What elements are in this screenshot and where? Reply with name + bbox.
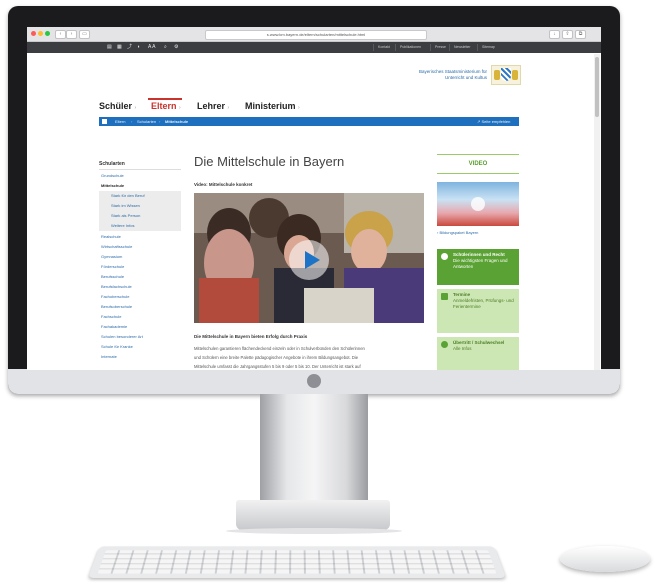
sidebar-item[interactable]: Internate	[99, 352, 181, 362]
sidebar-toggle-icon[interactable]: ▭	[79, 30, 90, 39]
monitor-stand-base	[236, 500, 390, 530]
monitor-stand-neck	[260, 394, 368, 506]
video-heading: VIDEO	[437, 154, 519, 174]
sidebar-subitem[interactable]: Weitere Infos	[99, 221, 181, 231]
calendar-icon	[441, 293, 448, 300]
home-icon[interactable]	[102, 119, 107, 124]
nav-item-eltern[interactable]: Eltern ›	[151, 101, 181, 111]
ministry-name[interactable]: Bayerisches Staatsministerium für Unterr…	[399, 69, 487, 80]
maximize-window-button[interactable]	[45, 31, 50, 36]
sidebar-item[interactable]: Wirtschaftsschule	[99, 242, 181, 252]
info-icon	[441, 253, 448, 260]
paragraph-text: Mittelschulen garantieren flächendeckend…	[194, 346, 365, 369]
print-icon[interactable]: ▤	[107, 44, 112, 51]
settings-icon[interactable]: ⚙	[174, 44, 178, 51]
nav-item-ministerium[interactable]: Ministerium ›	[245, 101, 300, 111]
scrollbar-thumb[interactable]	[595, 57, 599, 117]
sidebar-item[interactable]: Berufsfachschule	[99, 282, 181, 292]
sidebar-item[interactable]: Förderschule	[99, 262, 181, 272]
keyboard	[88, 546, 506, 578]
top-link-sitemap[interactable]: Sitemap	[477, 44, 499, 51]
sidebar-item[interactable]: Fachschule	[99, 312, 181, 322]
audio-icon[interactable]: ◖	[137, 44, 140, 51]
nav-item-schueler[interactable]: Schüler ›	[99, 101, 136, 111]
sidebar-item[interactable]: Fachakademie	[99, 322, 181, 332]
sidebar-item[interactable]: Realschule	[99, 232, 181, 242]
share-icon[interactable]: ⤴	[127, 44, 132, 51]
sidebar-item[interactable]: Schulen besonderer Art	[99, 332, 181, 342]
transfer-icon	[441, 341, 448, 348]
search-icon[interactable]: ⌕	[164, 44, 167, 51]
top-link-publikationen[interactable]: Publikationen	[395, 44, 425, 51]
breadcrumb-mittelschule: Mittelschule	[165, 119, 189, 124]
download-icon[interactable]: ↓	[549, 30, 560, 39]
video-label: Video: Mittelschule konkret	[194, 182, 253, 187]
browser-titlebar: ‹ › ▭ s.www.km.bayern.de/eltern/schulart…	[27, 27, 601, 42]
sidebar-item[interactable]: Schule für Kranke	[99, 342, 181, 352]
info-box-schuelerrecht[interactable]: Schülerinnen und Recht Die wichtigsten F…	[437, 249, 519, 285]
minimize-window-button[interactable]	[38, 31, 43, 36]
recommend-page-link[interactable]: ↗ Seite empfehlen	[477, 117, 510, 126]
sidebar-divider	[99, 169, 181, 170]
share-icon[interactable]: ⇧	[562, 30, 573, 39]
video-caption-link[interactable]: › Bildungspaket Bayern	[437, 230, 478, 235]
forward-button[interactable]: ›	[66, 30, 77, 39]
active-nav-indicator	[148, 98, 182, 100]
sidebar-subitem[interactable]: Stark für den Beruf	[99, 191, 181, 201]
mouse	[560, 546, 650, 572]
info-box-uebertritt[interactable]: Übertritt / Schulwechsel Alle Infos	[437, 337, 519, 370]
page-title: Die Mittelschule in Bayern	[194, 154, 345, 169]
top-link-newsletter[interactable]: Newsletter	[449, 44, 475, 51]
top-link-kontakt[interactable]: Kontakt	[373, 44, 394, 51]
sidebar-subitem[interactable]: Stark als Person	[99, 211, 181, 221]
sidebar-subitem[interactable]: Stark im Wissen	[99, 201, 181, 211]
back-button[interactable]: ‹	[55, 30, 66, 39]
sidebar-item-mittelschule[interactable]: Mittelschule	[99, 181, 181, 191]
tabs-icon[interactable]: ⧉	[575, 30, 586, 39]
close-window-button[interactable]	[31, 31, 36, 36]
address-bar[interactable]: s.www.km.bayern.de/eltern/schularten/mit…	[205, 30, 427, 40]
bavarian-crest-icon[interactable]	[491, 65, 521, 85]
top-link-presse[interactable]: Presse	[430, 44, 450, 51]
sidebar-item[interactable]: Berufsoberschule	[99, 302, 181, 312]
breadcrumb: Eltern › Schularten › Mittelschule ↗ Sei…	[99, 117, 519, 126]
play-icon	[305, 251, 320, 269]
paragraph-heading: Die Mittelschule in Bayern bieten Erfolg…	[194, 334, 308, 339]
sidebar-heading: Schularten	[99, 161, 125, 167]
nav-item-lehrer[interactable]: Lehrer ›	[197, 101, 229, 111]
apple-logo-icon	[307, 374, 321, 388]
sidebar-item[interactable]: Gymnasium	[99, 252, 181, 262]
text-size-icon[interactable]: A A	[148, 44, 156, 51]
stand-shadow	[226, 528, 402, 534]
site-utility-bar: ▤ ▦ ⤴ ◖ A A ⌕ ⚙ Kontakt Publikationen Pr…	[27, 42, 601, 53]
play-icon[interactable]	[471, 197, 485, 211]
sidebar-item-grundschule[interactable]: Grundschule	[99, 171, 181, 181]
info-box-termine[interactable]: Termine Anmeldefristen, Prüfungs- und Fe…	[437, 289, 519, 333]
breadcrumb-schularten[interactable]: Schularten	[137, 117, 156, 126]
breadcrumb-eltern[interactable]: Eltern	[115, 117, 125, 126]
sidebar-item[interactable]: Fachoberschule	[99, 292, 181, 302]
screen: ‹ › ▭ s.www.km.bayern.de/eltern/schulart…	[27, 27, 601, 370]
sidebar-item[interactable]: Berufsschule	[99, 272, 181, 282]
grid-icon[interactable]: ▦	[117, 44, 122, 51]
